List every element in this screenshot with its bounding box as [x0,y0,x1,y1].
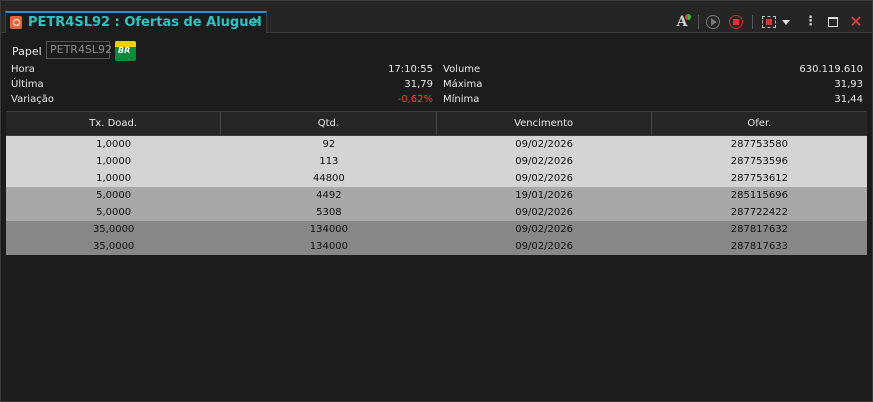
cell-tx-doad: 1,0000 [96,156,132,167]
hora-label: Hora [11,64,35,75]
toolbar-divider [698,15,699,29]
volume-label: Volume [443,64,481,75]
volume-value: 630.119.610 [799,64,863,75]
cell-qtd: 4492 [316,190,342,201]
cell-vencimento: 09/02/2026 [515,224,573,235]
cell-vencimento: 09/02/2026 [515,139,573,150]
minima-label: Mínima [443,94,480,105]
cell-tx-doad: 35,0000 [92,241,135,252]
more-options-button[interactable]: ⋮ [804,13,817,31]
cell-ofer: 285115696 [730,190,788,201]
column-header-qtd[interactable]: Qtd. [221,112,437,135]
chevron-down-icon [782,20,790,25]
cell-ofer: 287722422 [730,207,788,218]
title-bar: PETR4SL92 : Ofertas de Aluguel × A ⋮ ✕ [1,1,872,33]
cell-ofer: 287753580 [730,139,788,150]
variacao-value: -0,62% [397,94,433,105]
cell-qtd: 113 [319,156,339,167]
cell-vencimento: 09/02/2026 [515,207,573,218]
quote-info-panel: Papel PETR4SL92 BR Hora 17:10:55 Última … [1,37,872,109]
close-window-button[interactable]: ✕ [848,13,864,31]
variacao-label: Variação [11,94,54,105]
ultima-label: Última [11,79,44,90]
cell-tx-doad: 1,0000 [96,139,132,150]
cell-vencimento: 09/02/2026 [515,156,573,167]
cell-ofer: 287817632 [730,224,788,235]
cell-tx-doad: 5,0000 [96,190,132,201]
tab-rental-offers[interactable]: PETR4SL92 : Ofertas de Aluguel × [5,11,267,33]
cell-ofer: 287753612 [730,173,788,184]
cell-qtd: 92 [322,139,336,150]
table-row[interactable]: 1,0000 44800 09/02/2026 287753612 [6,170,867,187]
stop-button[interactable] [728,13,744,31]
cell-vencimento: 19/01/2026 [515,190,573,201]
table-row[interactable]: 5,0000 4492 19/01/2026 285115696 [6,187,867,204]
cell-ofer: 287817633 [730,241,788,252]
cell-vencimento: 09/02/2026 [515,241,573,252]
cell-qtd: 44800 [312,173,345,184]
ultima-value: 31,79 [404,79,433,90]
table-row[interactable]: 35,0000 134000 09/02/2026 287817633 [6,238,867,255]
table-row[interactable]: 1,0000 92 09/02/2026 287753580 [6,136,867,153]
papel-label: Papel [12,45,42,58]
screenshot-icon [762,16,776,28]
rental-offers-window: PETR4SL92 : Ofertas de Aluguel × A ⋮ ✕ P… [0,0,873,402]
minima-value: 31,44 [834,94,863,105]
cell-qtd: 5308 [316,207,342,218]
table-row[interactable]: 1,0000 113 09/02/2026 287753596 [6,153,867,170]
cell-tx-doad: 35,0000 [92,224,135,235]
table-row[interactable]: 5,0000 5308 09/02/2026 287722422 [6,204,867,221]
stop-icon [729,15,743,29]
play-button[interactable] [705,13,721,31]
font-color-button[interactable]: A [672,13,692,31]
column-header-tx-doad[interactable]: Tx. Doad. [6,112,222,135]
maximize-button[interactable] [826,13,840,31]
petrobras-logo: BR [115,41,136,61]
table-row[interactable]: 35,0000 134000 09/02/2026 287817632 [6,221,867,238]
screenshot-button[interactable] [760,13,794,31]
cell-vencimento: 09/02/2026 [515,173,573,184]
cell-ofer: 287753596 [730,156,788,167]
play-icon [706,15,720,29]
offers-app-icon [10,16,22,29]
cell-qtd: 134000 [309,241,348,252]
cell-tx-doad: 1,0000 [96,173,132,184]
table-header: Tx. Doad. Qtd. Vencimento Ofer. [6,111,867,136]
tab-close-icon[interactable]: × [251,14,262,29]
column-header-vencimento[interactable]: Vencimento [437,112,652,135]
color-dot-icon [685,14,691,20]
offers-table: Tx. Doad. Qtd. Vencimento Ofer. 1,0000 9… [6,111,867,255]
column-header-ofer[interactable]: Ofer. [652,112,867,135]
cell-tx-doad: 5,0000 [96,207,132,218]
papel-input[interactable]: PETR4SL92 [46,41,112,59]
tab-title: PETR4SL92 : Ofertas de Aluguel [28,15,262,30]
maxima-label: Máxima [443,79,483,90]
cell-qtd: 134000 [309,224,348,235]
maxima-value: 31,93 [834,79,863,90]
hora-value: 17:10:55 [388,64,433,75]
toolbar-divider [752,15,753,29]
maximize-icon [828,17,838,27]
